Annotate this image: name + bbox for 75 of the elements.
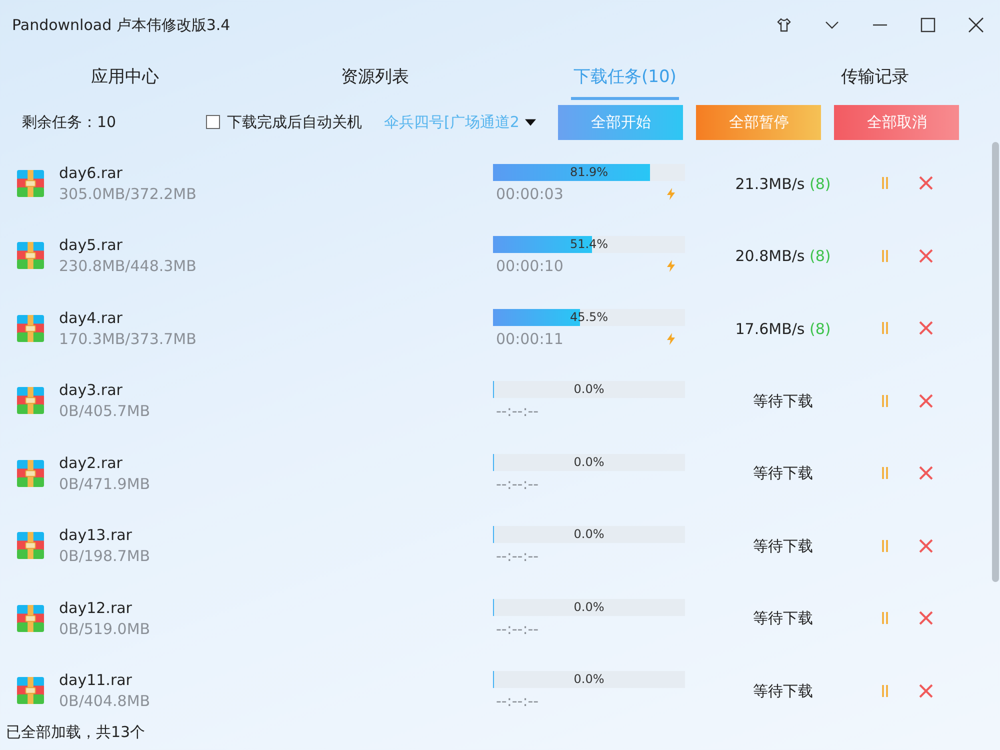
remaining-tasks: 剩余任务：10	[22, 112, 118, 132]
file-size: 305.0MB/372.2MB	[59, 184, 198, 203]
pause-icon[interactable]	[881, 466, 889, 480]
cancel-all-button[interactable]: 全部取消	[834, 104, 960, 140]
progress-bar: 0.0%	[493, 454, 685, 471]
pause-icon[interactable]	[881, 538, 889, 553]
shirt-icon[interactable]	[776, 17, 792, 33]
progress-bar: 0.0%	[493, 598, 685, 616]
progress-bar: 81.9%	[493, 164, 685, 181]
file-name: day6.rar	[59, 164, 124, 182]
archive-icon	[17, 532, 44, 560]
archive-icon	[17, 314, 44, 342]
file-size: 170.3MB/373.7MB	[59, 330, 198, 348]
progress-bar: 0.0%	[493, 381, 685, 398]
tab[interactable]: 资源列表	[250, 50, 500, 102]
scrollbar-thumb[interactable]	[992, 142, 999, 582]
file-size: 0B/198.7MB	[59, 547, 152, 566]
pause-icon[interactable]	[881, 611, 889, 626]
caret-icon	[525, 118, 536, 126]
channel-dropdown[interactable]: 伞兵四号[广场通道2	[384, 112, 536, 132]
remaining-time: 00:00:03	[496, 184, 564, 203]
lightning-icon	[667, 260, 675, 272]
archive-icon	[17, 387, 44, 414]
checkbox-label: 下载完成后自动关机	[227, 112, 362, 132]
pause-icon[interactable]	[881, 684, 889, 698]
archive-icon	[17, 170, 44, 197]
remaining-time: --:--:--	[496, 692, 539, 710]
task-status: 等待下载	[753, 392, 813, 410]
file-name: day4.rar	[59, 308, 124, 327]
pause-icon[interactable]	[881, 321, 889, 336]
file-size: 0B/471.9MB	[59, 474, 152, 493]
file-name: day3.rar	[59, 381, 124, 400]
close-icon[interactable]	[968, 17, 984, 33]
file-name: day5.rar	[59, 236, 124, 254]
progress-bar: 0.0%	[493, 671, 685, 688]
pause-icon[interactable]	[881, 248, 889, 263]
checkbox[interactable]	[206, 115, 220, 129]
task-status: 等待下载	[753, 682, 813, 700]
window-title: Pandownload 卢本伟修改版3.4	[12, 16, 230, 34]
remaining-time: --:--:--	[496, 474, 539, 493]
download-speed: 17.6MB/s (8)	[735, 320, 831, 338]
remaining-time: --:--:--	[496, 402, 539, 420]
tab[interactable]: 应用中心	[0, 50, 250, 102]
file-name: day2.rar	[59, 454, 124, 472]
file-size: 0B/519.0MB	[59, 620, 152, 638]
task-status: 等待下载	[753, 609, 813, 628]
tab[interactable]: 下载任务(10)	[500, 50, 750, 102]
task-status: 等待下载	[753, 464, 813, 482]
pause-all-button[interactable]: 全部暂停	[696, 104, 822, 140]
file-size: 230.8MB/448.3MB	[59, 257, 198, 276]
file-name: day11.rar	[59, 671, 133, 690]
start-all-button[interactable]: 全部开始	[558, 104, 684, 140]
pause-icon[interactable]	[881, 176, 889, 190]
remaining-time: --:--:--	[496, 547, 539, 566]
maximize-icon[interactable]	[920, 17, 936, 33]
lightning-icon	[667, 188, 675, 200]
remaining-time: --:--:--	[496, 620, 539, 638]
file-name: day13.rar	[59, 526, 133, 544]
remaining-time: 00:00:11	[496, 330, 564, 348]
remaining-time: 00:00:10	[496, 257, 564, 276]
file-size: 0B/405.7MB	[59, 402, 152, 420]
task-status: 等待下载	[753, 536, 813, 555]
tab[interactable]: 传输记录	[750, 50, 1000, 102]
archive-icon	[17, 677, 44, 704]
status-text: 已全部加载，共13个	[6, 723, 146, 742]
pause-icon[interactable]	[881, 394, 889, 408]
archive-icon	[17, 242, 44, 270]
download-speed: 20.8MB/s (8)	[735, 247, 831, 266]
file-name: day12.rar	[59, 598, 133, 617]
archive-icon	[17, 460, 44, 487]
archive-icon	[17, 604, 44, 632]
progress-bar: 0.0%	[493, 526, 685, 544]
lightning-icon	[667, 332, 675, 345]
download-speed: 21.3MB/s (8)	[735, 174, 831, 193]
file-size: 0B/404.8MB	[59, 692, 152, 710]
